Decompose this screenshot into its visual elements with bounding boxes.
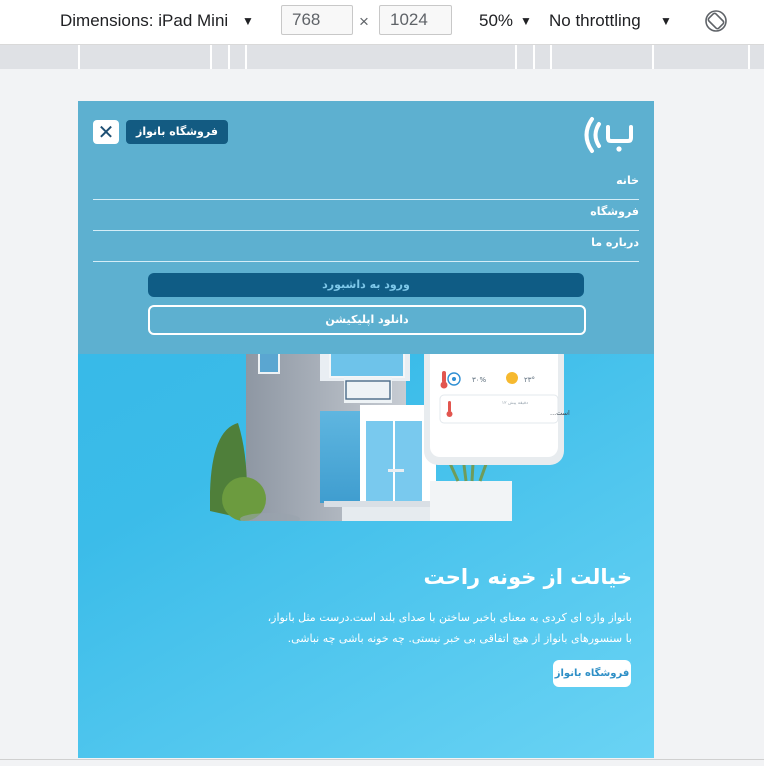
ruler-tick (748, 45, 750, 69)
hero-title: خیالت از خونه راحت (423, 565, 632, 589)
dimensions-dropdown[interactable]: Dimensions: iPad Mini (60, 11, 228, 31)
phone-humidity: ۳۰% (472, 376, 487, 384)
nav-item-label: فروشگاه (590, 205, 639, 218)
notification-text: دما در حال افزایش است... (550, 409, 570, 417)
zoom-caret-icon[interactable]: ▼ (520, 14, 532, 28)
nav-item-label: درباره ما (591, 236, 639, 249)
nav-item-label: خانه (616, 174, 639, 187)
garden-wall (430, 481, 512, 521)
ruler-tick (550, 45, 552, 69)
banavaz-logo (584, 117, 633, 153)
nav-item-store[interactable]: فروشگاه (93, 200, 639, 231)
thermometer-icon (442, 371, 446, 383)
hero-store-button[interactable]: فروشگاه بانواز (553, 660, 631, 687)
download-app-button[interactable]: دانلود اپلیکیشن (148, 305, 586, 335)
phone-temperature: ۲۳° (524, 376, 535, 384)
nav-item-home[interactable]: خانه (93, 169, 639, 200)
dimensions-label: Dimensions: iPad Mini (60, 11, 229, 30)
zoom-label: 50% (479, 11, 514, 30)
ruler-tick (245, 45, 247, 69)
throttling-label: No throttling (549, 11, 641, 30)
height-input[interactable]: 1024 (379, 5, 452, 35)
ruler-tick (533, 45, 535, 69)
house-step (324, 501, 436, 507)
notification-time: ۱۲ دقیقه پیش (502, 401, 528, 406)
top-store-button[interactable]: فروشگاه بانواز (126, 120, 228, 144)
sun-icon (506, 372, 518, 384)
phone-notification-card (439, 394, 559, 424)
device-toolbar: Dimensions: iPad Mini ▼ 768 × 1024 50% ▼… (0, 0, 764, 45)
hero-description-line: بانواز واژه ای کردی به معنای باخبر ساختن… (267, 611, 632, 624)
dashboard-login-button[interactable]: ورود به داشبورد (148, 273, 584, 297)
ruler-tick (228, 45, 230, 69)
times-sign: × (359, 12, 369, 31)
smart-home-illustration: ۳۰% ۲۳° ۱۲ دقیقه پیش دما در حال افزایش ا… (210, 341, 570, 521)
close-icon: ✕ (97, 120, 115, 144)
throttling-dropdown[interactable]: No throttling (549, 11, 641, 31)
rotate-icon[interactable] (704, 9, 728, 33)
throttling-caret-icon[interactable]: ▼ (660, 14, 672, 28)
notification-thermometer-icon (448, 401, 451, 412)
width-input[interactable]: 768 (281, 5, 353, 35)
dimensions-caret-icon[interactable]: ▼ (242, 14, 254, 28)
hero-description-line: با سنسورهای بانواز از هیچ اتفاقی بی خبر … (287, 632, 632, 645)
nav-item-about[interactable]: درباره ما (93, 231, 639, 262)
house-tile-column (320, 411, 360, 503)
viewport-divider (0, 759, 764, 760)
ruler-tick (652, 45, 654, 69)
hero-description: بانواز واژه ای کردی به معنای باخبر ساختن… (212, 607, 632, 649)
nav-menu: خانه فروشگاه درباره ما (93, 169, 639, 262)
ruler-tick (515, 45, 517, 69)
mobile-menu-panel: ✕ فروشگاه بانواز خانه فروشگاه درباره ما … (78, 101, 654, 354)
ruler-tick (78, 45, 80, 69)
ruler-tick (210, 45, 212, 69)
close-menu-button[interactable]: ✕ (93, 120, 119, 144)
device-screen: ✕ فروشگاه بانواز خانه فروشگاه درباره ما … (78, 101, 654, 758)
zoom-dropdown[interactable]: 50% (479, 11, 513, 31)
media-query-ruler[interactable] (0, 45, 764, 69)
